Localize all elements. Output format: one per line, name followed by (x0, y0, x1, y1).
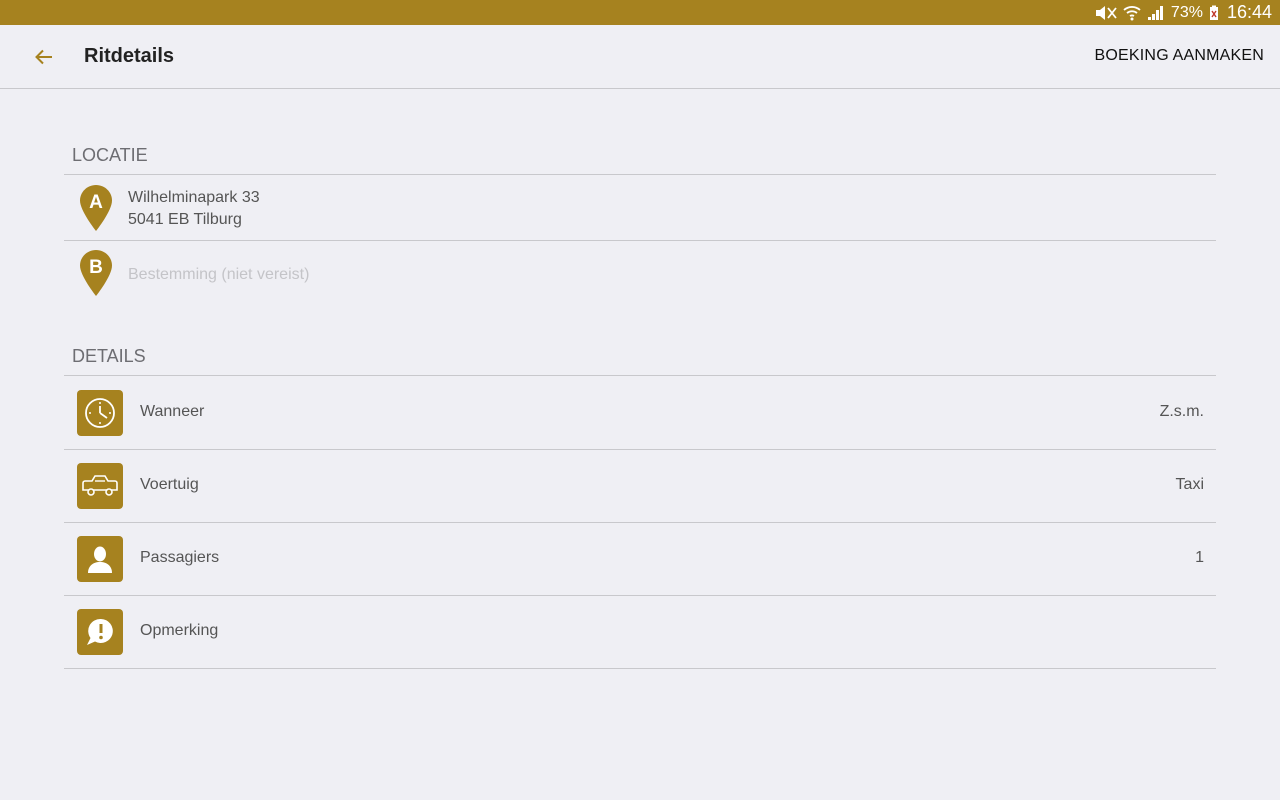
remark-input[interactable]: Opmerking (140, 622, 218, 640)
status-bar: 73% 16:44 (0, 0, 1280, 25)
destination-location-row[interactable]: B Bestemming (niet vereist) (64, 241, 1216, 301)
comment-icon (77, 609, 123, 655)
detail-row-remark[interactable]: Opmerking (64, 595, 1216, 667)
status-icons: 73% 16:44 (1095, 0, 1272, 25)
wifi-icon (1123, 5, 1141, 21)
pickup-address-line2: 5041 EB Tilburg (128, 211, 242, 228)
pickup-address: Wilhelminapark 33 5041 EB Tilburg (128, 187, 260, 231)
mute-icon (1095, 5, 1117, 21)
clock-icon (77, 390, 123, 436)
page-title: Ritdetails (84, 45, 175, 67)
app-bar: Ritdetails BOEKING AANMAKEN (0, 25, 1280, 89)
detail-value: Z.s.m. (1159, 403, 1204, 420)
status-clock: 16:44 (1226, 2, 1272, 22)
signal-icon (1147, 5, 1165, 21)
detail-value: 1 (1195, 549, 1204, 566)
location-section-header: LOCATIE (72, 145, 148, 165)
detail-label: Wanneer (140, 403, 205, 420)
battery-percentage: 73% (1170, 3, 1203, 21)
detail-row-when[interactable]: Wanneer Z.s.m. (64, 376, 1216, 448)
details-section-header: DETAILS (72, 346, 146, 366)
create-booking-button[interactable]: BOEKING AANMAKEN (1095, 47, 1264, 65)
svg-text:A: A (89, 192, 103, 213)
destination-input[interactable]: Bestemming (niet vereist) (128, 264, 309, 286)
pickup-marker-icon: A (80, 185, 112, 231)
back-arrow-icon (35, 49, 52, 65)
detail-label: Voertuig (140, 476, 199, 493)
back-button[interactable] (28, 42, 60, 72)
person-icon (77, 536, 123, 582)
pickup-address-line1: Wilhelminapark 33 (128, 189, 260, 206)
divider (64, 668, 1216, 669)
detail-row-vehicle[interactable]: Voertuig Taxi (64, 449, 1216, 521)
detail-row-passengers[interactable]: Passagiers 1 (64, 522, 1216, 594)
pickup-location-row[interactable]: A Wilhelminapark 33 5041 EB Tilburg (64, 175, 1216, 240)
car-icon (77, 463, 123, 509)
detail-value: Taxi (1175, 476, 1204, 493)
battery-icon (1209, 5, 1219, 21)
detail-label: Passagiers (140, 549, 220, 566)
destination-marker-icon: B (80, 250, 112, 296)
svg-text:B: B (89, 257, 103, 278)
